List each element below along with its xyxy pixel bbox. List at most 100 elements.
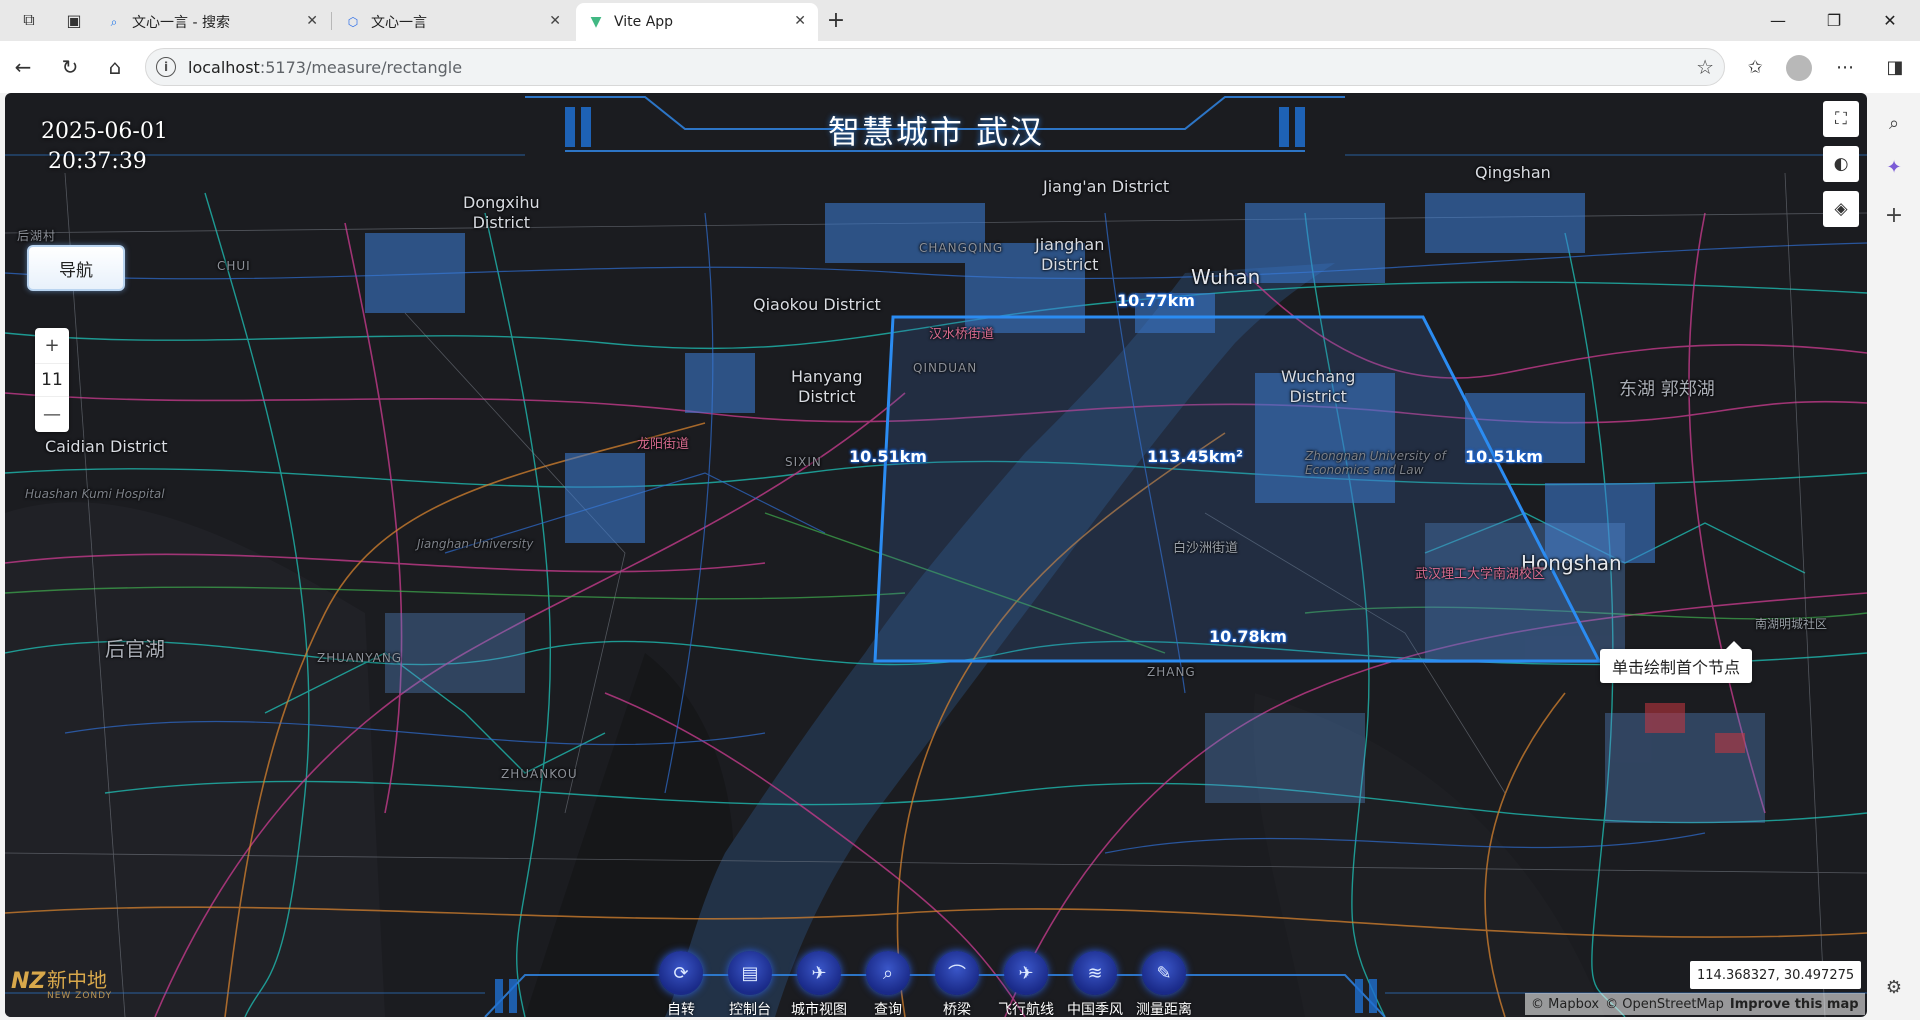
improve-map-link[interactable]: Improve this map — [1730, 997, 1859, 1012]
measure-distance-icon: ✎ — [1142, 951, 1186, 995]
tab-search[interactable]: ⌕ 文心一言 - 搜索 ✕ — [94, 3, 330, 41]
place-label: CHANGQING — [919, 241, 1004, 255]
zoom-control: + 11 — — [35, 328, 69, 432]
bridge-icon: ⌒ — [935, 951, 979, 995]
home-icon[interactable]: ⌂ — [100, 53, 130, 81]
new-tab-icon[interactable]: + — [824, 8, 848, 33]
map-viewport[interactable]: 智慧城市 武汉 2025-06-01 20:37:39 导航 + 11 — ⛶ … — [5, 93, 1867, 1017]
place-label: Dongxihu District — [463, 193, 540, 232]
tool-bridge[interactable]: ⌒ 桥梁 — [921, 951, 993, 1017]
tab-wenxin[interactable]: ⬡ 文心一言 ✕ — [333, 3, 573, 41]
tool-console[interactable]: ▤ 控制台 — [714, 951, 786, 1017]
place-label: Wuhan — [1191, 265, 1261, 289]
copilot-icon[interactable]: ✦ — [1880, 153, 1908, 181]
back-icon[interactable]: ← — [8, 53, 38, 81]
map-tools: ⛶ ◐ ◈ — [1823, 101, 1859, 236]
add-icon[interactable]: + — [1880, 201, 1908, 229]
date-text: 2025-06-01 — [41, 119, 168, 144]
close-icon[interactable]: ✕ — [794, 13, 806, 29]
tool-city-view[interactable]: ✈ 城市视图 — [783, 951, 855, 1017]
place-label: ZHUANYANG — [317, 651, 403, 665]
palette-icon[interactable]: ◐ — [1823, 146, 1859, 182]
place-label: CHUI — [217, 259, 251, 273]
time-text: 20:37:39 — [48, 149, 147, 174]
vue-favicon-icon: ▼ — [590, 14, 602, 30]
address-bar: ← ↻ ⌂ i localhost:5173/measure/rectangle… — [0, 41, 1920, 93]
tab-title: 文心一言 — [371, 15, 427, 31]
zoom-in-icon[interactable]: + — [35, 328, 69, 363]
place-label: 南湖明城社区 — [1755, 617, 1828, 631]
place-label: Huashan Kumi Hospital — [25, 487, 165, 501]
zoom-out-icon[interactable]: — — [35, 397, 69, 432]
place-label: QINDUAN — [913, 361, 978, 375]
profile-avatar[interactable] — [1786, 55, 1812, 81]
sidebar-toggle-icon[interactable]: ◨ — [1880, 53, 1910, 81]
city-view-icon: ✈ — [797, 951, 841, 995]
brand-mark-icon: NZ — [11, 969, 46, 994]
url-input[interactable]: i localhost:5173/measure/rectangle ☆ — [145, 48, 1725, 86]
zoom-level: 11 — [35, 362, 69, 398]
settings-gear-icon[interactable]: ⚙ — [1880, 973, 1908, 1001]
tool-query[interactable]: ⌕ 查询 — [852, 951, 924, 1017]
place-label: 汉水桥街道 — [929, 327, 995, 342]
favorite-star-icon[interactable]: ☆ — [1696, 55, 1714, 79]
tool-rotate[interactable]: ⟳ 自转 — [645, 951, 717, 1017]
edge-sidebar: ⌕ ✦ + ⚙ — [1868, 93, 1920, 1020]
window-close-icon[interactable]: ✕ — [1867, 6, 1913, 34]
measure-right-length: 10.51km — [1465, 447, 1543, 466]
site-info-icon[interactable]: i — [156, 57, 176, 77]
favorites-icon[interactable]: ✩ — [1740, 53, 1770, 81]
layers-icon[interactable]: ◈ — [1823, 191, 1859, 227]
workspaces-icon[interactable]: ⧉ — [17, 8, 41, 32]
brand-sub: NEW ZONDY — [47, 991, 113, 1001]
place-label: Caidian District — [45, 437, 168, 456]
cursor-coordinates: 114.368327, 30.497275 — [1690, 961, 1862, 989]
mapbox-attribution-link[interactable]: © Mapbox — [1531, 997, 1599, 1012]
refresh-icon[interactable]: ↻ — [55, 53, 85, 81]
measure-area: 113.45km² — [1147, 447, 1244, 466]
place-label: Hanyang District — [791, 367, 863, 406]
place-label: 后湖村 — [17, 229, 57, 243]
search-icon[interactable]: ⌕ — [1880, 109, 1908, 137]
more-options-icon[interactable]: ⋯ — [1830, 53, 1860, 81]
minimize-icon[interactable]: — — [1755, 6, 1801, 34]
bottom-toolbar: ⟳ 自转 ▤ 控制台 ✈ 城市视图 ⌕ 查询 ⌒ 桥梁 ✈ 飞行航线 ≋ 中国季… — [645, 951, 1225, 1017]
place-label: ZHANG — [1147, 665, 1196, 679]
brand-name: 新中地 — [47, 968, 107, 992]
close-icon[interactable]: ✕ — [306, 13, 318, 29]
tool-monsoon[interactable]: ≋ 中国季风 — [1059, 951, 1131, 1017]
place-label: SIXIN — [785, 455, 822, 469]
tab-title: 文心一言 - 搜索 — [132, 15, 230, 31]
tool-measure-distance[interactable]: ✎ 测量距离 — [1128, 951, 1200, 1017]
rotate-icon: ⟳ — [659, 951, 703, 995]
tool-flight-route[interactable]: ✈ 飞行航线 — [990, 951, 1062, 1017]
measure-top-length: 10.77km — [1117, 291, 1195, 310]
place-label: Qiaokou District — [753, 295, 881, 314]
place-label: 武汉理工大学南湖校区 — [1415, 567, 1546, 582]
fullscreen-icon[interactable]: ⛶ — [1823, 101, 1859, 137]
place-label: Jianghan District — [1035, 235, 1105, 274]
brand-logo: NZ 新中地 NEW ZONDY — [11, 969, 112, 1001]
place-label: Zhongnan University of Economics and Law — [1305, 449, 1446, 477]
place-label: 后官湖 — [105, 637, 165, 661]
tab-title: Vite App — [614, 14, 674, 30]
console-icon: ▤ — [728, 951, 772, 995]
restore-icon[interactable]: ❐ — [1811, 6, 1857, 34]
tab-vite-app[interactable]: ▼ Vite App ✕ — [576, 3, 818, 41]
map-attribution: © Mapbox © OpenStreetMap Improve this ma… — [1525, 993, 1865, 1015]
place-label: Jiang'an District — [1043, 177, 1170, 196]
url-text: localhost:5173/measure/rectangle — [188, 58, 463, 77]
tab-separator — [331, 12, 332, 30]
osm-attribution-link[interactable]: © OpenStreetMap — [1605, 997, 1724, 1012]
place-label: 白沙洲街道 — [1173, 541, 1239, 556]
place-label: 东湖 郭郑湖 — [1619, 379, 1715, 400]
monsoon-icon: ≋ — [1073, 951, 1117, 995]
wenxin-favicon-icon: ⬡ — [347, 15, 359, 29]
navigation-button[interactable]: 导航 — [27, 245, 125, 291]
measure-left-length: 10.51km — [849, 447, 927, 466]
close-icon[interactable]: ✕ — [549, 13, 561, 29]
vertical-tabs-icon[interactable]: ▣ — [62, 8, 86, 32]
place-label: 龙阳街道 — [637, 437, 690, 452]
draw-hint-tooltip: 单击绘制首个节点 — [1600, 641, 1753, 683]
page-title: 智慧城市 武汉 — [827, 113, 1045, 151]
